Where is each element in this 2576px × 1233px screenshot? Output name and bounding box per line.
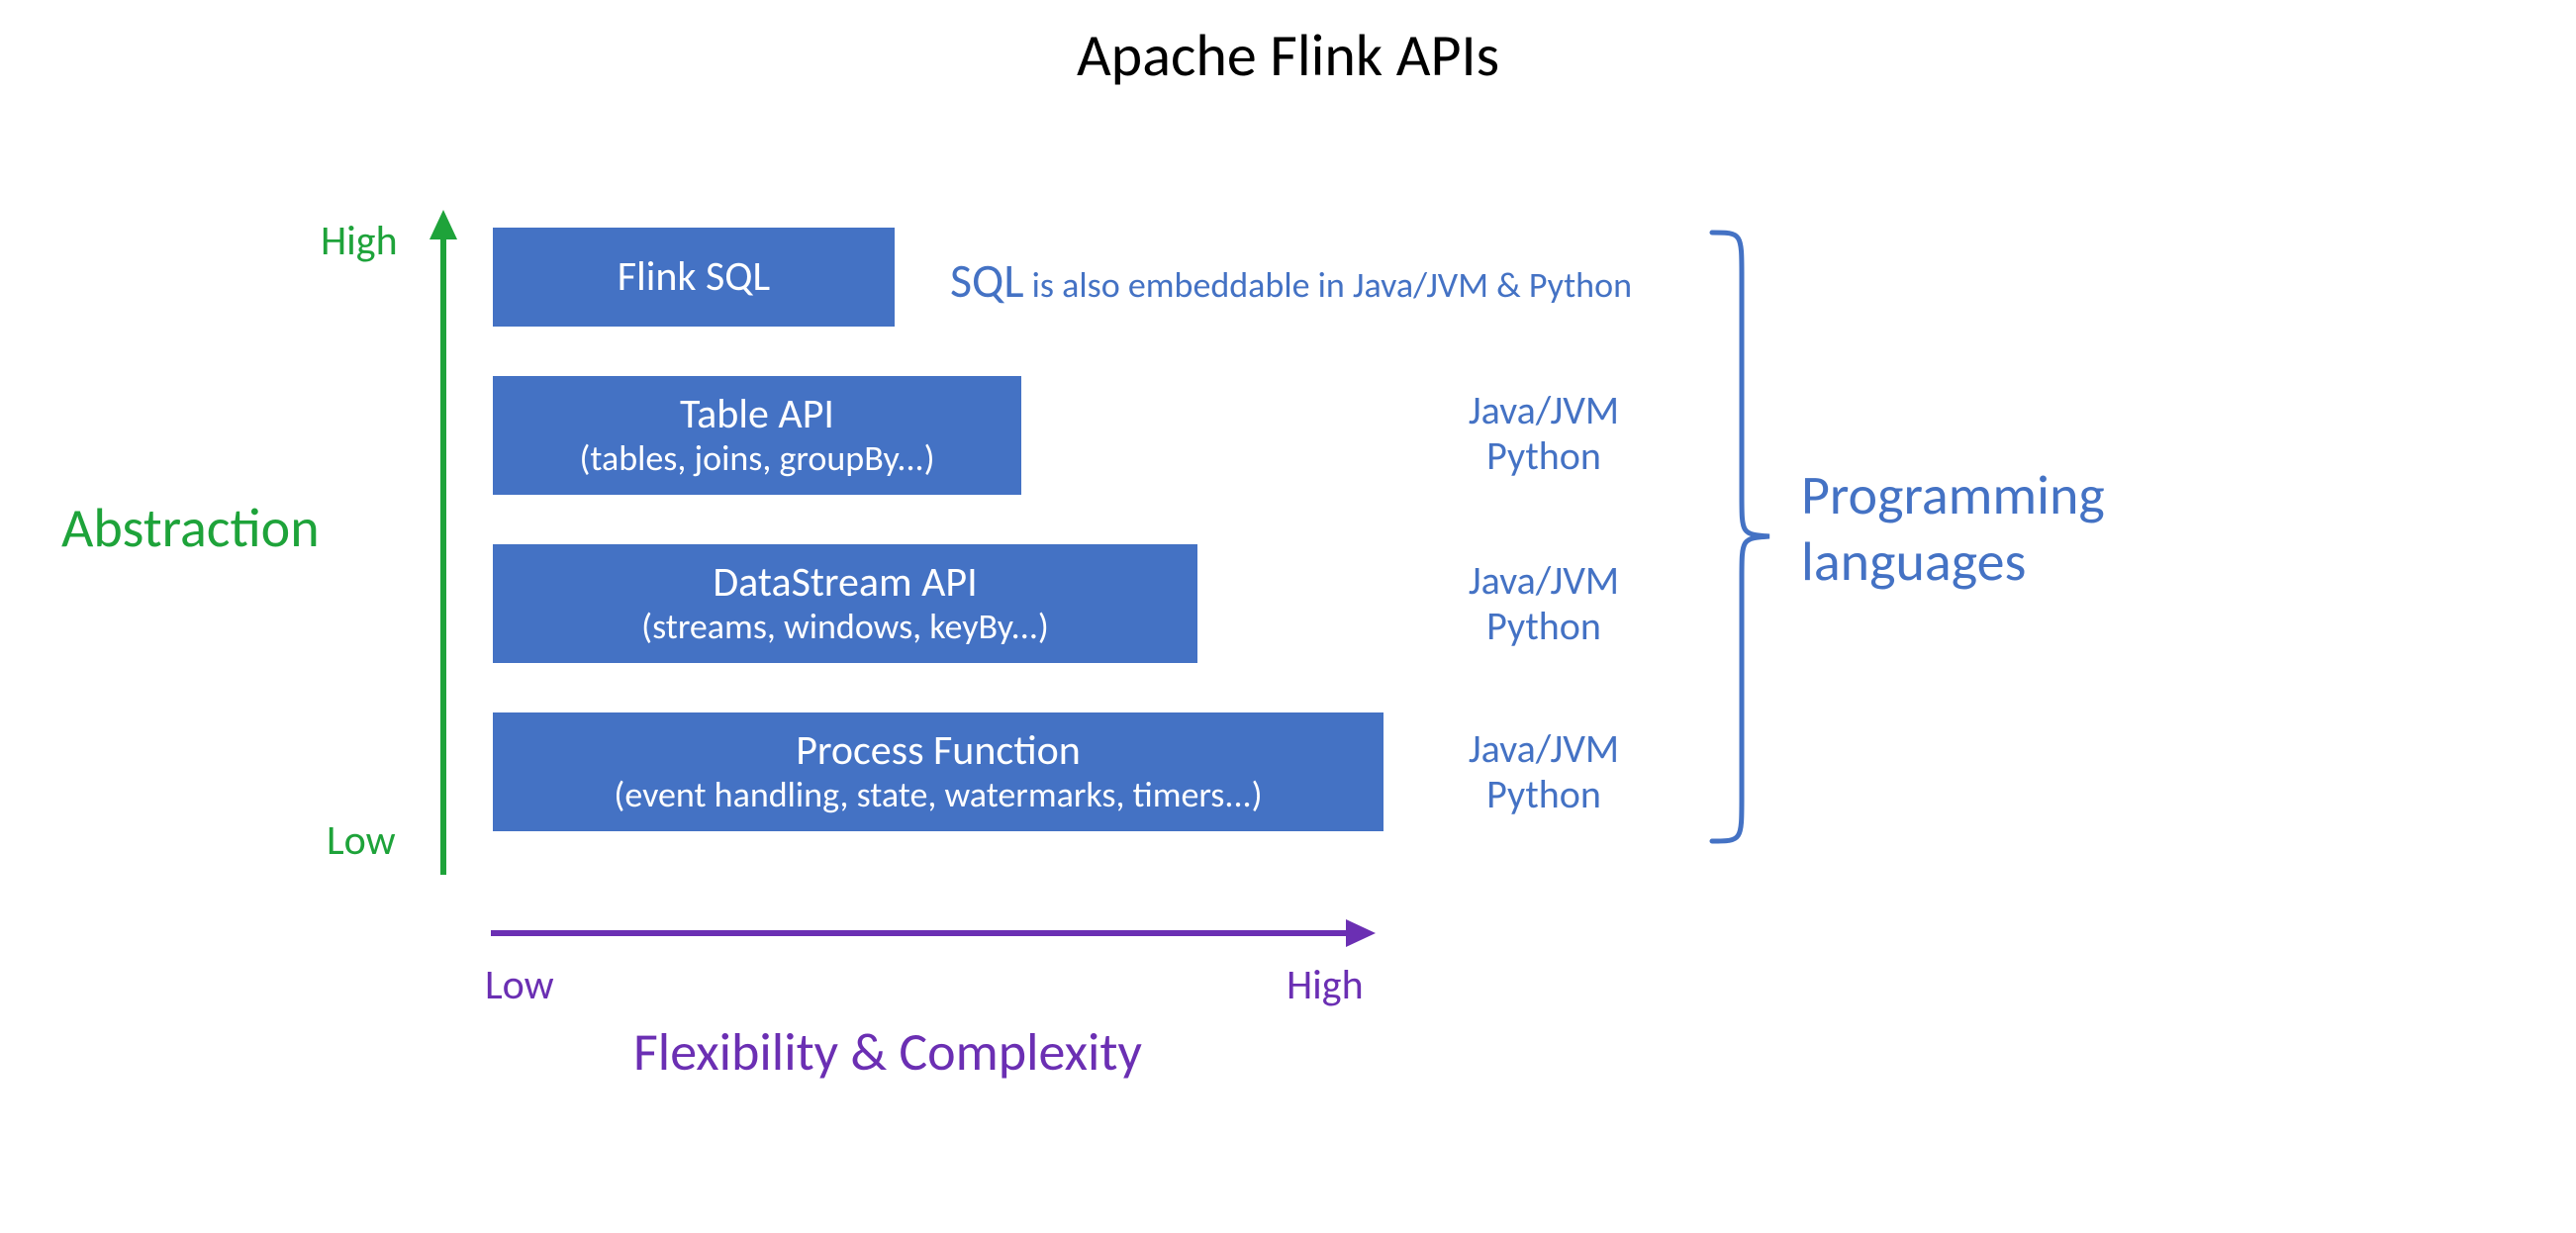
y-axis-high-label: High: [321, 216, 398, 266]
api-box-datastream: DataStream API (streams, windows, keyBy.…: [493, 544, 1197, 663]
lang-note-datastream: Java/JVM Python: [1455, 558, 1633, 649]
lang-note-table: Java/JVM Python: [1455, 388, 1633, 479]
api-box-title: Table API: [680, 391, 834, 438]
x-axis-high-label: High: [1287, 960, 1364, 1010]
api-box-title: Flink SQL: [618, 253, 770, 301]
x-axis-arrowhead-icon: [1346, 919, 1376, 947]
x-axis-line: [491, 930, 1352, 936]
y-axis-low-label: Low: [327, 815, 396, 866]
diagram-stage: Apache Flink APIs High Low Abstraction L…: [0, 0, 2576, 1233]
api-box-process: Process Function (event handling, state,…: [493, 712, 1383, 831]
y-axis-title: Abstraction: [61, 495, 320, 562]
api-box-sql: Flink SQL: [493, 228, 895, 327]
lang-note-line: Python: [1455, 772, 1633, 817]
y-axis-line: [440, 234, 446, 875]
lang-note-line: Java/JVM: [1455, 558, 1633, 604]
lang-note-line: Python: [1455, 604, 1633, 649]
x-axis-title: Flexibility & Complexity: [633, 1019, 1142, 1085]
programming-languages-label: Programming languages: [1801, 463, 2105, 596]
lang-note-line: Python: [1455, 433, 1633, 479]
lang-note-sql: SQL is also embeddable in Java/JVM & Pyt…: [950, 253, 1742, 308]
api-box-title: DataStream API: [713, 559, 977, 607]
lang-note-sql-small: is also embeddable in Java/JVM & Python: [1024, 263, 1632, 307]
lang-note-line: Java/JVM: [1455, 726, 1633, 772]
api-box-subtitle: (event handling, state, watermarks, time…: [614, 775, 1262, 815]
api-box-subtitle: (streams, windows, keyBy...): [641, 607, 1049, 647]
curly-brace-icon: [1702, 228, 1771, 846]
diagram-title: Apache Flink APIs: [0, 20, 2576, 92]
api-box-subtitle: (tables, joins, groupBy...): [579, 438, 934, 479]
api-box-title: Process Function: [796, 727, 1081, 775]
prog-lang-line: Programming: [1801, 463, 2105, 529]
lang-note-process: Java/JVM Python: [1455, 726, 1633, 817]
api-box-table: Table API (tables, joins, groupBy...): [493, 376, 1021, 495]
x-axis-low-label: Low: [485, 960, 554, 1010]
y-axis-arrowhead-icon: [429, 210, 457, 239]
lang-note-sql-big: SQL: [950, 251, 1024, 310]
prog-lang-line: languages: [1801, 529, 2105, 596]
lang-note-line: Java/JVM: [1455, 388, 1633, 433]
